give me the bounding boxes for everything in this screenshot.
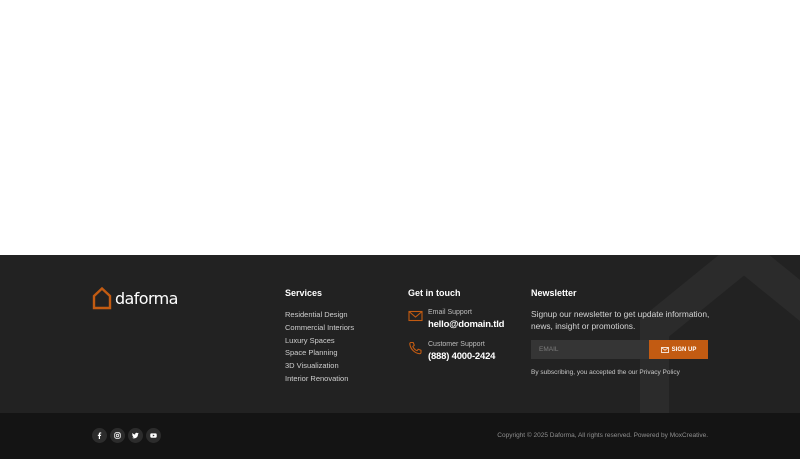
page-content-area: [0, 0, 800, 255]
facebook-icon: [97, 432, 102, 439]
copyright-text: Copyright © 2025 Daforma, All rights res…: [497, 432, 708, 439]
customer-support-value[interactable]: (888) 4000-2424: [428, 351, 495, 362]
site-footer: daforma Services Residential Design Comm…: [0, 255, 800, 413]
services-link-luxury[interactable]: Luxury Spaces: [285, 335, 354, 348]
instagram-link[interactable]: [110, 428, 125, 443]
house-outline-icon: [92, 286, 112, 310]
contact-title: Get in touch: [408, 288, 461, 298]
youtube-link[interactable]: [146, 428, 161, 443]
envelope-icon: [660, 346, 669, 353]
services-link-space-planning[interactable]: Space Planning: [285, 347, 354, 360]
footer-bottom-bar: Copyright © 2025 Daforma, All rights res…: [0, 413, 800, 459]
facebook-link[interactable]: [92, 428, 107, 443]
phone-icon: [409, 341, 422, 355]
social-links: [92, 428, 164, 443]
privacy-note: By subscribing, you accepted the our Pri…: [531, 369, 680, 376]
customer-support[interactable]: Customer Support (888) 4000-2424: [408, 341, 495, 362]
twitter-link[interactable]: [128, 428, 143, 443]
envelope-icon: [408, 310, 423, 322]
signup-button[interactable]: SIGN UP: [649, 340, 708, 359]
services-link-renovation[interactable]: Interior Renovation: [285, 373, 354, 386]
house-watermark-icon: [640, 255, 800, 413]
brand-logo[interactable]: daforma: [92, 286, 178, 310]
brand-name: daforma: [115, 288, 178, 308]
email-support[interactable]: Email Support hello@domain.tld: [408, 309, 504, 330]
twitter-icon: [132, 432, 139, 439]
newsletter-title: Newsletter: [531, 288, 577, 298]
services-link-commercial[interactable]: Commercial Interiors: [285, 322, 354, 335]
newsletter-description: Signup our newsletter to get update info…: [531, 309, 710, 331]
signup-button-label: SIGN UP: [671, 346, 697, 353]
services-link-3d-visualization[interactable]: 3D Visualization: [285, 360, 354, 373]
services-link-residential[interactable]: Residential Design: [285, 309, 354, 322]
instagram-icon: [114, 432, 121, 439]
email-support-value[interactable]: hello@domain.tld: [428, 319, 504, 330]
services-list: Residential Design Commercial Interiors …: [285, 309, 354, 386]
newsletter-email-input[interactable]: [531, 340, 649, 359]
customer-support-label: Customer Support: [428, 341, 485, 348]
services-title: Services: [285, 288, 323, 298]
youtube-icon: [150, 433, 157, 438]
email-support-label: Email Support: [428, 309, 472, 316]
